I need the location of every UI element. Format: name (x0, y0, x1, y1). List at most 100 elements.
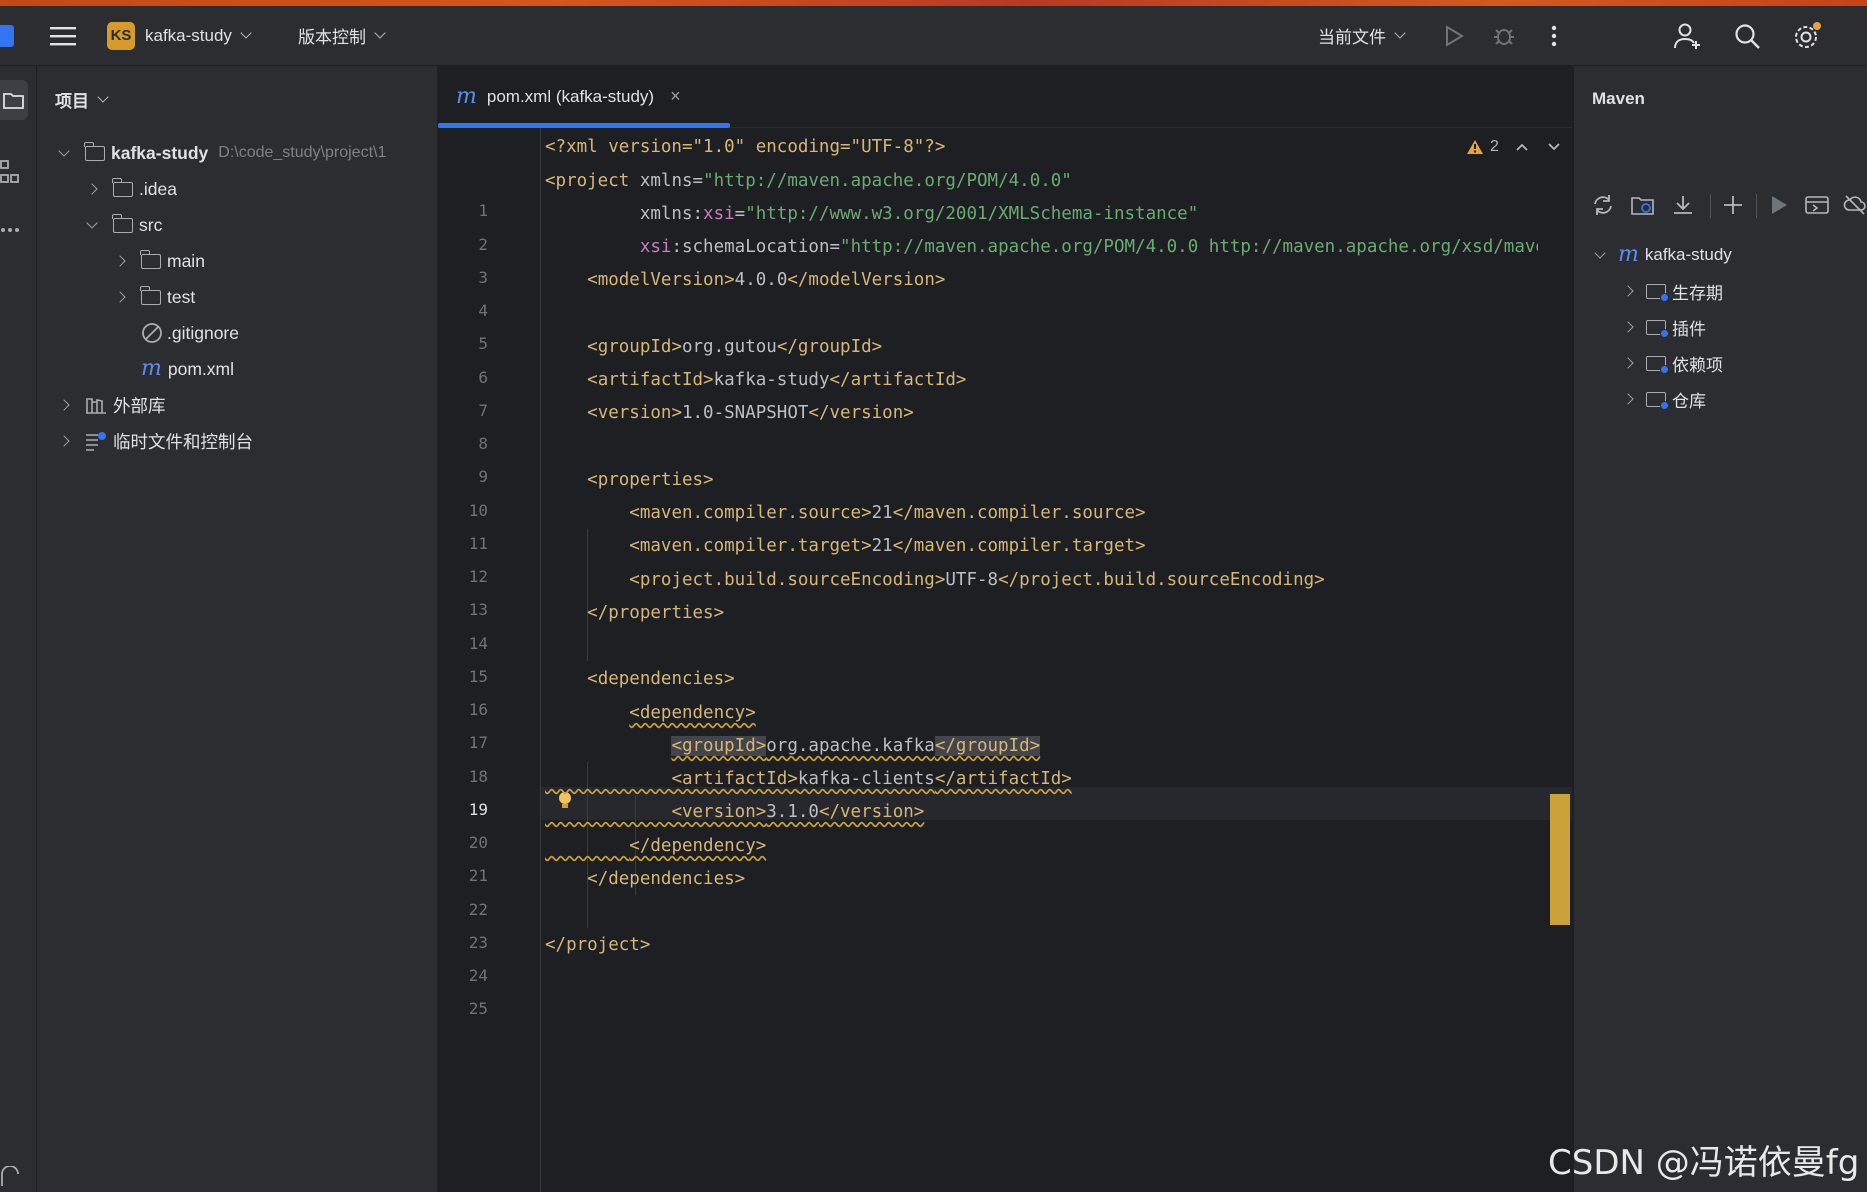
execute-goal-icon (1805, 196, 1829, 214)
repositories-folder-icon (1646, 391, 1669, 410)
project-panel-header[interactable]: 项目 (55, 66, 109, 132)
tree-item-label: .gitignore (167, 322, 239, 343)
tag: <modelVersion> (587, 270, 735, 290)
chevron-right-icon (58, 399, 70, 411)
run-maven-build-button[interactable] (1766, 192, 1792, 218)
lifecycle-folder-icon (1646, 283, 1669, 302)
main-menu-button[interactable] (50, 6, 76, 65)
chevron-right-icon (58, 435, 70, 447)
maven-project-icon: m (1618, 242, 1639, 267)
chevron-down-icon (86, 217, 98, 229)
maven-project-node[interactable]: m kafka-study (1594, 238, 1732, 272)
tag: </project> (545, 935, 651, 955)
tree-item-label: main (167, 250, 205, 271)
scratches-icon (86, 432, 106, 451)
folder-icon (3, 93, 24, 109)
tree-item-path: D:\code_study\project\1 (218, 144, 387, 161)
chevron-down-icon (97, 90, 109, 103)
tag: <version> (587, 403, 682, 423)
tag: </artifactId> (934, 769, 1072, 789)
more-actions-button[interactable] (1550, 6, 1558, 65)
chevron-right-icon (1622, 393, 1634, 405)
search-everywhere-button[interactable] (1733, 6, 1761, 65)
editor-area: m pom.xml (kafka-study) × 1 2 3 4 5 6 7 … (438, 66, 1572, 1192)
tag: <artifactId> (587, 370, 714, 390)
attribute-value: "http://www.w3.org/2001/XMLSchema-instan… (745, 204, 1199, 224)
tag: </project.build.sourceEncoding> (998, 570, 1325, 590)
reload-button[interactable] (1590, 192, 1616, 218)
text: org.gutou (681, 337, 777, 357)
tag: <project (545, 171, 630, 191)
text: kafka-study (713, 370, 830, 390)
terminal-icon[interactable] (0, 1166, 20, 1188)
code-line-18: <dependency> (545, 703, 756, 723)
text: 21 (871, 503, 893, 523)
maven-panel-title: Maven (1592, 89, 1645, 108)
chevron-down-icon (1594, 247, 1606, 259)
run-config-label: 当前文件 (1318, 28, 1386, 47)
tree-item-label: test (167, 286, 196, 307)
ignored-file-icon (142, 323, 162, 343)
execute-goal-button[interactable] (1804, 192, 1830, 218)
settings-button[interactable] (1792, 6, 1822, 65)
debug-button[interactable] (1492, 6, 1516, 65)
download-sources-button[interactable] (1670, 192, 1696, 218)
tree-item-root[interactable]: kafka-study D:\code_study\project\1 (57, 136, 386, 170)
bug-icon (1494, 28, 1514, 45)
reload-icon (1594, 195, 1612, 215)
maven-node-dependencies[interactable]: 依赖项 (1622, 346, 1723, 380)
code-text[interactable]: <?xml version="1.0" encoding="UTF-8"?> <… (438, 66, 1538, 1192)
tree-item-gitignore[interactable]: .gitignore (113, 316, 239, 350)
chevron-right-icon (1622, 285, 1634, 297)
tool-window-strip (0, 66, 37, 1192)
tree-item-test[interactable]: test (113, 280, 195, 314)
next-highlight-icon[interactable] (1547, 142, 1561, 152)
maven-node-plugins[interactable]: 插件 (1622, 310, 1706, 344)
run-config-selector[interactable]: 当前文件 (1318, 6, 1406, 65)
maven-node-repositories[interactable]: 仓库 (1622, 382, 1706, 416)
chevron-right-icon (1622, 357, 1634, 369)
maven-node-lifecycle[interactable]: 生存期 (1622, 274, 1723, 308)
text: 21 (871, 536, 893, 556)
tag: <dependency> (629, 703, 756, 723)
vcs-menu[interactable]: 版本控制 (298, 6, 386, 65)
search-icon (1735, 23, 1760, 49)
run-button[interactable] (1443, 6, 1465, 65)
code-line-19: <groupId>org.apache.kafka</groupId> (545, 736, 1041, 756)
dependencies-folder-icon (1646, 355, 1669, 374)
tree-item-external-libraries[interactable]: 外部库 (57, 388, 166, 422)
folder-icon (112, 213, 133, 233)
project-tool-button[interactable] (0, 80, 28, 120)
maven-file-icon: m (141, 356, 162, 381)
tag: <artifactId> (671, 769, 798, 789)
project-tool-window: 项目 kafka-study D:\code_study\project\1 .… (37, 66, 438, 1192)
tree-item-idea[interactable]: .idea (85, 172, 177, 206)
tag: <maven.compiler.target> (629, 536, 872, 556)
tag: <version> (671, 802, 767, 822)
ide-logo-icon (0, 6, 14, 65)
code-line-12: <maven.compiler.source>21</maven.compile… (545, 503, 1145, 523)
tag: </dependencies> (587, 869, 746, 889)
tree-item-main[interactable]: main (113, 244, 205, 278)
tag: </groupId> (776, 337, 883, 357)
chevron-down-icon (1394, 27, 1406, 39)
tag: <groupId> (671, 736, 767, 756)
chevron-right-icon (114, 291, 126, 303)
offline-mode-button[interactable] (1842, 192, 1867, 218)
xml-declaration: <?xml version="1.0" encoding="UTF-8"?> (545, 137, 946, 157)
structure-icon[interactable] (0, 159, 20, 185)
tree-item-src[interactable]: src (85, 208, 162, 242)
code-line-21: <version>3.1.0</version> (545, 802, 924, 822)
code-line-25: </project> (545, 935, 650, 955)
code-with-me-button[interactable] (1674, 6, 1704, 65)
tree-item-pom[interactable]: m pom.xml (113, 352, 234, 386)
more-tools-icon[interactable] (0, 226, 20, 234)
code-line-15: </properties> (545, 603, 724, 623)
folder-icon (112, 177, 133, 197)
tree-item-scratches[interactable]: 临时文件和控制台 (57, 424, 253, 458)
module-folder-icon (84, 141, 105, 161)
generate-sources-button[interactable] (1630, 192, 1656, 218)
add-project-button[interactable] (1720, 192, 1746, 218)
project-switcher[interactable]: KS kafka-study (107, 6, 252, 65)
code-line-1: <?xml version="1.0" encoding="UTF-8"?> (545, 137, 945, 157)
